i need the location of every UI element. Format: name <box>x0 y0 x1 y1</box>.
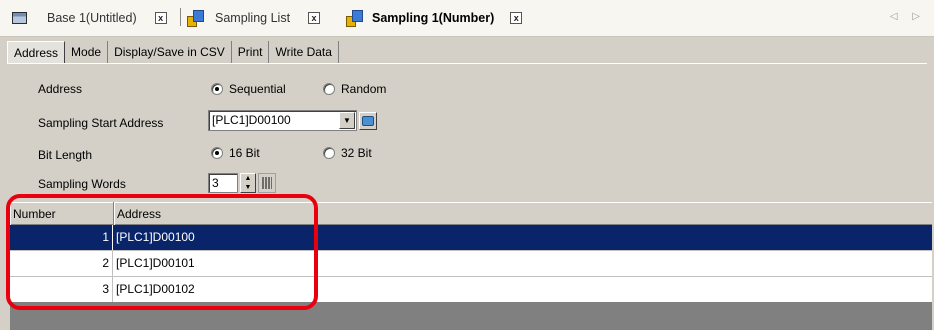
tab-write-data[interactable]: Write Data <box>269 41 339 63</box>
column-header-address[interactable]: Address <box>114 202 932 225</box>
tab-display-save-csv[interactable]: Display/Save in CSV <box>108 41 232 63</box>
settings-tabs: Address Mode Display/Save in CSV Print W… <box>7 41 339 63</box>
radio-random-label: Random <box>341 82 387 96</box>
row-number: 2 <box>10 251 113 276</box>
radio-button-icon <box>323 83 335 95</box>
start-address-label: Sampling Start Address <box>38 116 164 130</box>
row-address: [PLC1]D00102 <box>116 282 195 296</box>
row-address: [PLC1]D00100 <box>116 230 195 244</box>
address-label: Address <box>38 82 83 96</box>
close-icon[interactable]: x <box>154 12 167 24</box>
tab-scroll-arrows[interactable]: ◁ ▷ <box>890 11 926 22</box>
chevron-up-icon[interactable]: ▲ <box>245 175 252 182</box>
sampling-icon <box>346 10 363 27</box>
radio-16-bit[interactable]: 16 Bit <box>211 146 260 160</box>
address-grid: Number Address 1 [PLC1]D00100 2 [PLC1]D0… <box>10 202 932 303</box>
grid-empty-area <box>10 302 932 330</box>
sampling-words-stepper[interactable]: ▲ ▼ <box>240 173 256 193</box>
close-icon[interactable]: x <box>510 12 523 24</box>
radio-16-bit-label: 16 Bit <box>229 146 260 160</box>
tab-sampling-1-label: Sampling 1(Number) <box>372 11 495 25</box>
tab-sampling-1[interactable]: Sampling 1(Number) x <box>346 8 523 28</box>
sampling-icon <box>187 10 204 27</box>
tab-address[interactable]: Address <box>7 41 66 63</box>
sampling-words-label: Sampling Words <box>38 177 126 191</box>
tab-sampling-list-label: Sampling List <box>215 11 291 25</box>
tab-mode[interactable]: Mode <box>65 41 109 63</box>
radio-button-icon <box>323 147 335 159</box>
address-input-button[interactable] <box>359 112 377 130</box>
grid-header: Number Address <box>10 202 932 225</box>
row-address: [PLC1]D00101 <box>116 256 195 270</box>
radio-32-bit[interactable]: 32 Bit <box>323 146 372 160</box>
start-address-value: [PLC1]D00100 <box>212 113 291 127</box>
chevron-down-icon[interactable]: ▼ <box>245 184 252 191</box>
radio-sequential-label: Sequential <box>229 82 286 96</box>
chevron-down-icon[interactable]: ▼ <box>339 112 355 129</box>
radio-button-icon <box>211 147 223 159</box>
keypad-button[interactable] <box>258 173 276 193</box>
tab-base-1-label: Base 1(Untitled) <box>47 11 137 25</box>
column-header-number[interactable]: Number <box>10 202 114 225</box>
radio-sequential[interactable]: Sequential <box>211 82 286 96</box>
close-icon[interactable]: x <box>308 12 321 24</box>
keypad-icon <box>262 177 272 189</box>
panel-left-edge <box>0 195 10 330</box>
screen-icon <box>12 12 27 24</box>
bit-length-label: Bit Length <box>38 148 93 162</box>
radio-random[interactable]: Random <box>323 82 386 96</box>
row-number: 3 <box>10 277 113 302</box>
row-number: 1 <box>10 225 113 250</box>
tab-base-1[interactable]: Base 1(Untitled) x <box>12 8 167 28</box>
radio-32-bit-label: 32 Bit <box>341 146 372 160</box>
document-tab-bar: Base 1(Untitled) x Sampling List x Sampl… <box>0 0 934 37</box>
start-address-combobox[interactable]: [PLC1]D00100 ▼ <box>208 110 357 131</box>
tab-sampling-list[interactable]: Sampling List x <box>187 8 321 28</box>
panel-divider <box>7 63 927 64</box>
tab-divider <box>180 8 181 26</box>
tab-print[interactable]: Print <box>231 41 270 63</box>
keyboard-icon <box>362 116 374 126</box>
table-row[interactable]: 1 [PLC1]D00100 <box>10 225 932 251</box>
table-row[interactable]: 3 [PLC1]D00102 <box>10 277 932 303</box>
table-row[interactable]: 2 [PLC1]D00101 <box>10 251 932 277</box>
radio-button-icon <box>211 83 223 95</box>
sampling-words-input[interactable]: 3 <box>208 173 238 193</box>
